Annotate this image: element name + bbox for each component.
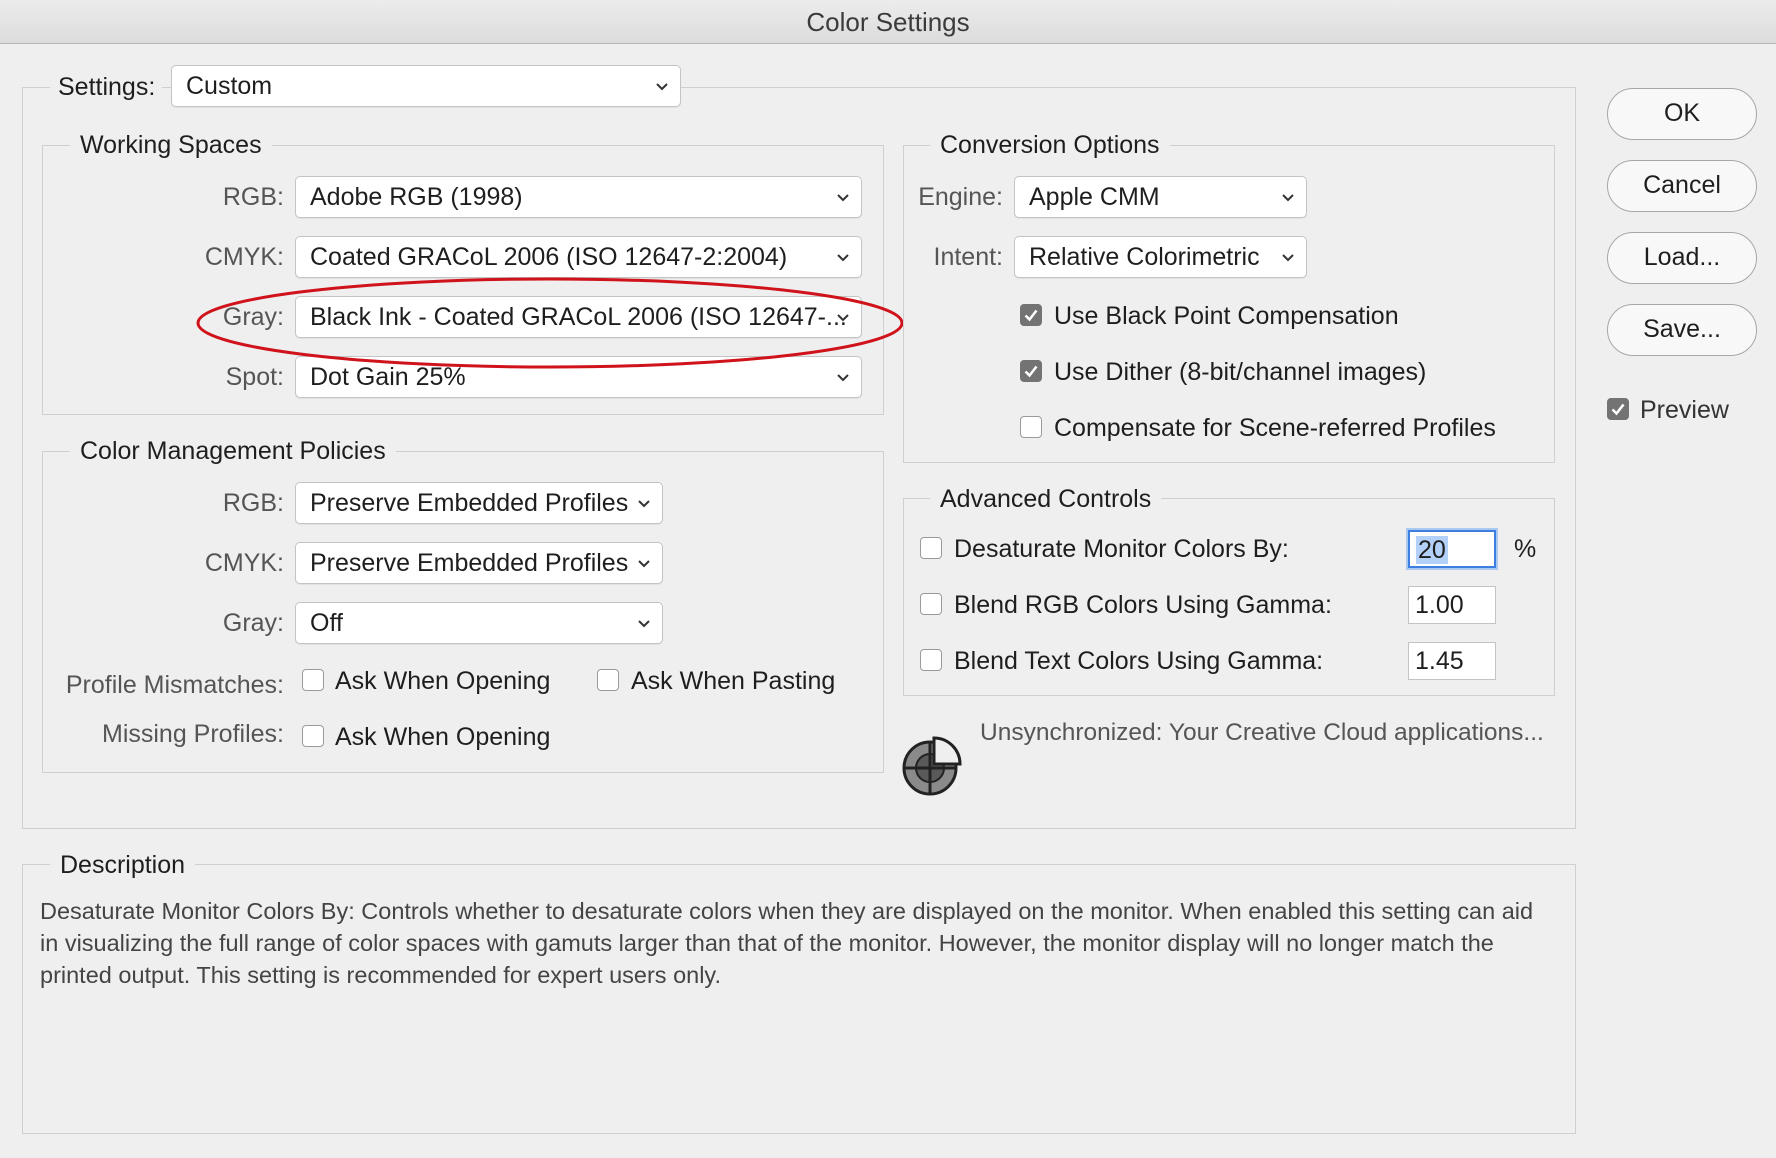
blend-text-value: 1.45 <box>1415 647 1464 675</box>
ws-rgb-value: Adobe RGB (1998) <box>310 183 523 211</box>
ws-spot-label: Spot: <box>225 363 284 391</box>
blend-text-input[interactable]: 1.45 <box>1408 642 1496 680</box>
ws-spot-value: Dot Gain 25% <box>310 363 466 391</box>
blend-rgb-checkbox[interactable] <box>920 593 942 615</box>
conversion-title: Conversion Options <box>930 130 1170 160</box>
engine-value: Apple CMM <box>1029 183 1160 211</box>
chevron-down-icon <box>837 314 849 322</box>
ok-button[interactable]: OK <box>1607 88 1757 140</box>
missing-profiles-label: Missing Profiles: <box>102 720 284 748</box>
blend-text-checkbox[interactable] <box>920 649 942 671</box>
chevron-down-icon <box>638 500 650 508</box>
preview-label[interactable]: Preview <box>1640 395 1729 425</box>
chevron-down-icon <box>656 83 668 91</box>
ws-cmyk-label: CMYK: <box>204 243 284 271</box>
missing-ask-opening-checkbox[interactable] <box>302 725 324 747</box>
ws-cmyk-value: Coated GRACoL 2006 (ISO 12647-2:2004) <box>310 243 788 271</box>
dither-label[interactable]: Use Dither (8-bit/channel images) <box>1054 357 1426 387</box>
dither-checkbox[interactable] <box>1020 360 1042 382</box>
desaturate-label[interactable]: Desaturate Monitor Colors By: <box>954 534 1289 564</box>
description-title: Description <box>50 850 196 880</box>
sync-status-icon <box>902 736 962 796</box>
pol-cmyk-value: Preserve Embedded Profiles <box>310 549 629 577</box>
missing-ask-opening-label[interactable]: Ask When Opening <box>335 722 550 752</box>
ws-gray-dropdown[interactable]: Black Ink - Coated GRACoL 2006 (ISO 1264… <box>295 296 862 338</box>
mismatch-ask-pasting-checkbox[interactable] <box>597 669 619 691</box>
settings-value: Custom <box>186 72 273 100</box>
description-text: Desaturate Monitor Colors By: Controls w… <box>40 898 1534 988</box>
mismatch-ask-opening-label[interactable]: Ask When Opening <box>335 666 550 696</box>
intent-dropdown[interactable]: Relative Colorimetric <box>1014 236 1307 278</box>
chevron-down-icon <box>638 560 650 568</box>
settings-dropdown[interactable]: Custom <box>171 65 681 107</box>
pol-gray-value: Off <box>310 609 343 637</box>
cancel-button[interactable]: Cancel <box>1607 160 1757 212</box>
pol-rgb-value: Preserve Embedded Profiles <box>310 489 629 517</box>
ws-rgb-dropdown[interactable]: Adobe RGB (1998) <box>295 176 862 218</box>
desaturate-input[interactable]: 20 <box>1408 530 1496 568</box>
profile-mismatches-label: Profile Mismatches: <box>65 671 284 699</box>
working-spaces-title: Working Spaces <box>70 130 272 160</box>
desaturate-unit: % <box>1514 535 1537 563</box>
settings-label: Settings: <box>50 67 162 107</box>
title-bar: Color Settings <box>0 0 1776 44</box>
intent-value: Relative Colorimetric <box>1029 243 1260 271</box>
chevron-down-icon <box>837 194 849 202</box>
ws-gray-value: Black Ink - Coated GRACoL 2006 (ISO 1264… <box>310 303 847 331</box>
pol-gray-label: Gray: <box>222 609 284 637</box>
chevron-down-icon <box>638 620 650 628</box>
checkmark-icon <box>1611 403 1625 416</box>
mismatch-ask-pasting-label[interactable]: Ask When Pasting <box>631 666 835 696</box>
chevron-down-icon <box>1282 254 1294 262</box>
pol-gray-dropdown[interactable]: Off <box>295 602 663 644</box>
preview-checkbox[interactable] <box>1607 398 1629 420</box>
policies-title: Color Management Policies <box>70 436 396 466</box>
ws-spot-dropdown[interactable]: Dot Gain 25% <box>295 356 862 398</box>
engine-label: Engine: <box>918 183 1003 211</box>
pol-rgb-label: RGB: <box>222 489 284 517</box>
ws-cmyk-dropdown[interactable]: Coated GRACoL 2006 (ISO 12647-2:2004) <box>295 236 862 278</box>
scene-referred-checkbox[interactable] <box>1020 416 1042 438</box>
desaturate-value: 20 <box>1416 536 1448 564</box>
pol-rgb-dropdown[interactable]: Preserve Embedded Profiles <box>295 482 663 524</box>
ws-gray-label: Gray: <box>222 303 284 331</box>
blend-text-label[interactable]: Blend Text Colors Using Gamma: <box>954 646 1323 676</box>
blend-rgb-label[interactable]: Blend RGB Colors Using Gamma: <box>954 590 1332 620</box>
blend-rgb-input[interactable]: 1.00 <box>1408 586 1496 624</box>
engine-dropdown[interactable]: Apple CMM <box>1014 176 1307 218</box>
mismatch-ask-opening-checkbox[interactable] <box>302 669 324 691</box>
sync-status-text: Unsynchronized: Your Creative Cloud appl… <box>980 719 1544 746</box>
checkmark-icon <box>1024 365 1038 378</box>
blend-rgb-value: 1.00 <box>1415 591 1464 619</box>
chevron-down-icon <box>837 374 849 382</box>
intent-label: Intent: <box>933 243 1004 271</box>
pol-cmyk-dropdown[interactable]: Preserve Embedded Profiles <box>295 542 663 584</box>
advanced-title: Advanced Controls <box>930 484 1162 514</box>
save-button[interactable]: Save... <box>1607 304 1757 356</box>
desaturate-checkbox[interactable] <box>920 537 942 559</box>
ws-rgb-label: RGB: <box>222 183 284 211</box>
scene-referred-label[interactable]: Compensate for Scene-referred Profiles <box>1054 413 1496 443</box>
chevron-down-icon <box>1282 194 1294 202</box>
black-point-label[interactable]: Use Black Point Compensation <box>1054 301 1399 331</box>
pol-cmyk-label: CMYK: <box>204 549 284 577</box>
black-point-checkbox[interactable] <box>1020 304 1042 326</box>
checkmark-icon <box>1024 309 1038 322</box>
chevron-down-icon <box>837 254 849 262</box>
load-button[interactable]: Load... <box>1607 232 1757 284</box>
